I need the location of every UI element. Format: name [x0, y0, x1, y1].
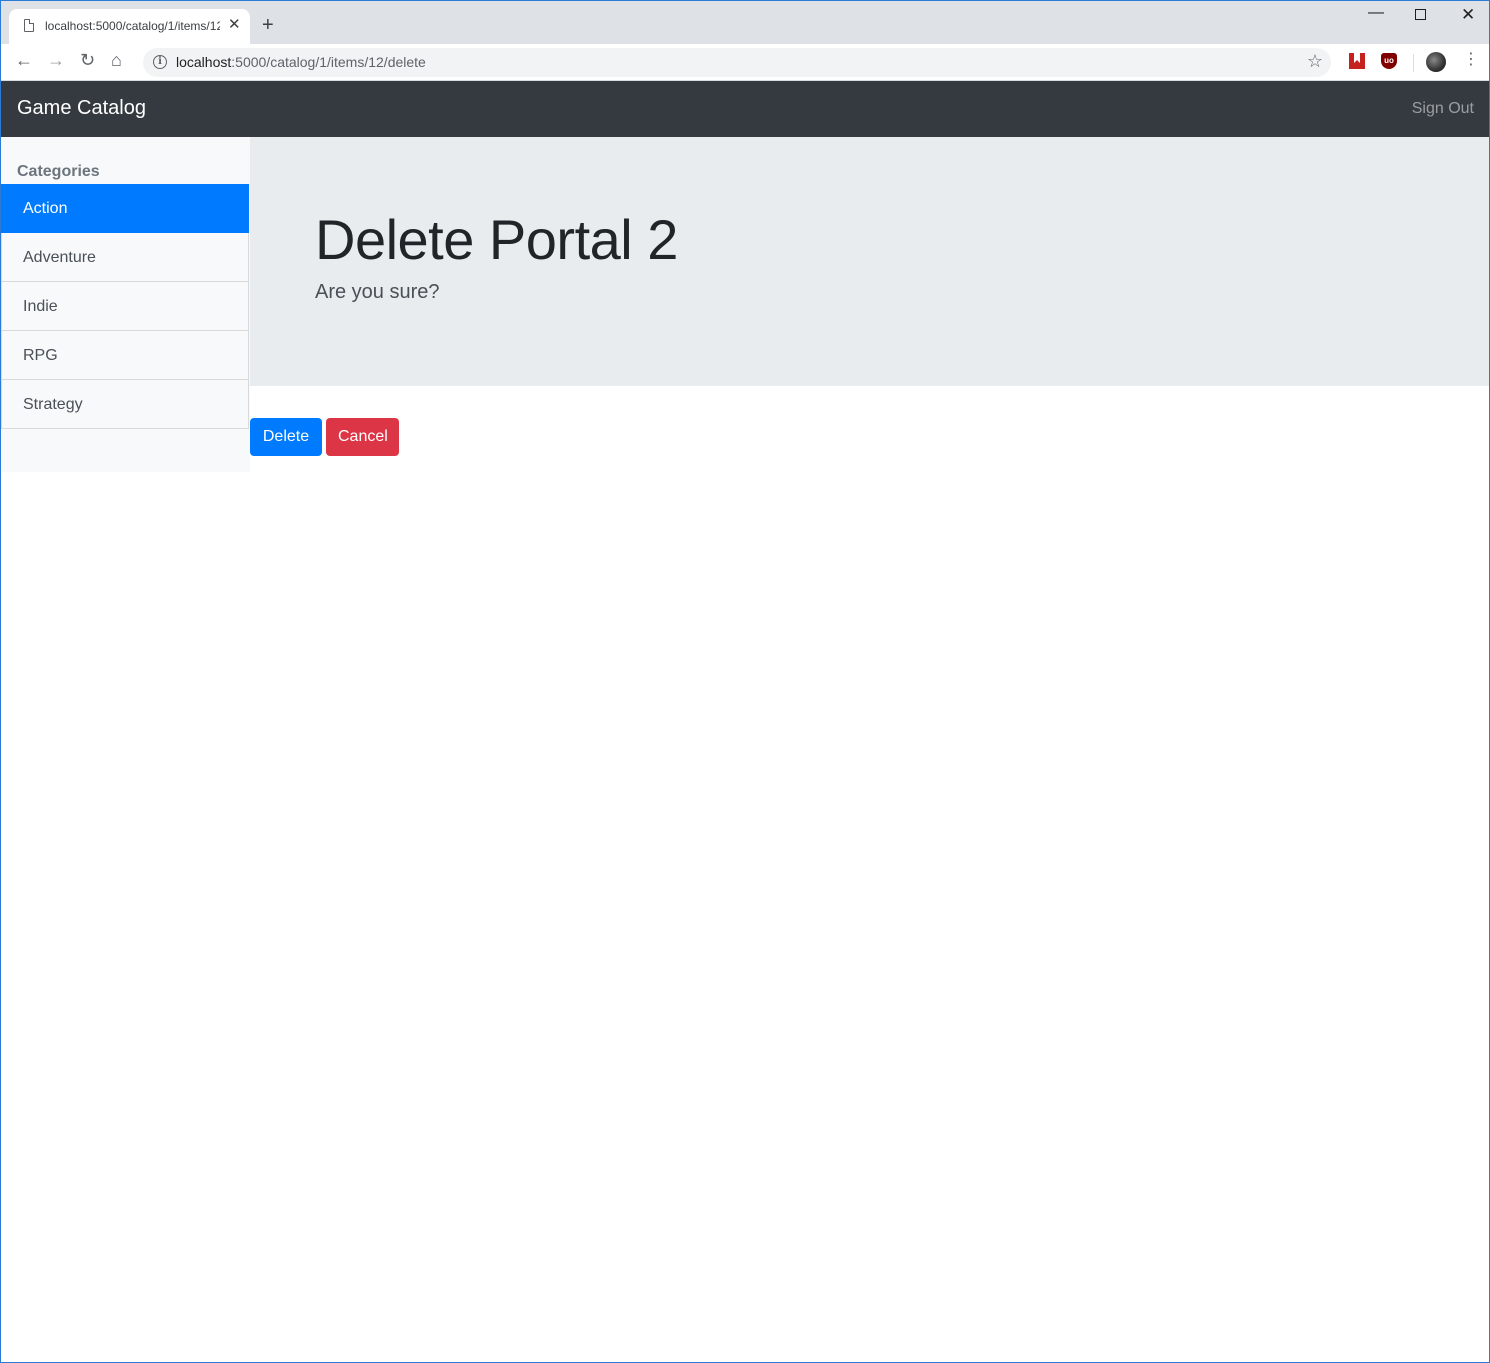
forward-icon[interactable]: →	[47, 51, 65, 69]
page-title: Delete Portal 2	[315, 208, 678, 271]
url-text[interactable]: localhost:5000/catalog/1/items/12/delete	[176, 54, 426, 70]
address-bar[interactable]: i localhost:5000/catalog/1/items/12/dele…	[143, 48, 1331, 77]
brand-link[interactable]: Game Catalog	[17, 97, 146, 120]
confirm-question: Are you sure?	[315, 281, 440, 303]
toolbar-divider	[1413, 54, 1414, 72]
sidebar-item-adventure[interactable]: Adventure	[1, 233, 249, 282]
tab-strip: localhost:5000/catalog/1/items/12/delete…	[1, 1, 1489, 44]
categories-heading: Categories	[17, 163, 100, 180]
tab-title: localhost:5000/catalog/1/items/12/delete	[45, 19, 220, 33]
menu-icon[interactable]: ⋮	[1463, 52, 1479, 68]
delete-button[interactable]: Delete	[250, 418, 322, 456]
info-icon[interactable]: i	[153, 55, 167, 69]
sidebar: Categories Action Adventure Indie RPG St…	[1, 137, 250, 472]
bookmark-extension-icon[interactable]	[1349, 53, 1365, 69]
site-navbar: Game Catalog Sign Out	[1, 81, 1489, 137]
minimize-icon[interactable]: —	[1368, 5, 1384, 21]
page-icon	[24, 19, 34, 32]
home-icon[interactable]: ⌂	[111, 51, 122, 69]
browser-toolbar: ← → ↻ ⌂ i localhost:5000/catalog/1/items…	[1, 44, 1489, 81]
browser-window: localhost:5000/catalog/1/items/12/delete…	[0, 0, 1490, 1363]
category-list: Action Adventure Indie RPG Strategy	[1, 184, 249, 429]
jumbotron: Delete Portal 2 Are you sure?	[250, 137, 1489, 386]
cancel-button[interactable]: Cancel	[326, 418, 399, 456]
sidebar-item-rpg[interactable]: RPG	[1, 331, 249, 380]
browser-tab[interactable]: localhost:5000/catalog/1/items/12/delete…	[9, 9, 250, 44]
url-host: localhost	[176, 54, 232, 70]
close-icon[interactable]: ✕	[228, 17, 241, 32]
back-icon[interactable]: ←	[15, 51, 33, 69]
sidebar-item-indie[interactable]: Indie	[1, 282, 249, 331]
url-path: :5000/catalog/1/items/12/delete	[231, 54, 426, 70]
sign-out-link[interactable]: Sign Out	[1412, 100, 1474, 118]
avatar[interactable]	[1426, 52, 1446, 72]
maximize-icon[interactable]	[1415, 9, 1426, 20]
sidebar-item-action[interactable]: Action	[1, 184, 249, 233]
plus-icon[interactable]: +	[262, 15, 274, 35]
star-icon[interactable]: ☆	[1307, 52, 1323, 70]
ublock-shield-icon[interactable]: uo	[1381, 53, 1397, 69]
window-close-icon[interactable]: ✕	[1461, 6, 1475, 23]
sidebar-item-strategy[interactable]: Strategy	[1, 380, 249, 429]
reload-icon[interactable]: ↻	[80, 51, 95, 69]
